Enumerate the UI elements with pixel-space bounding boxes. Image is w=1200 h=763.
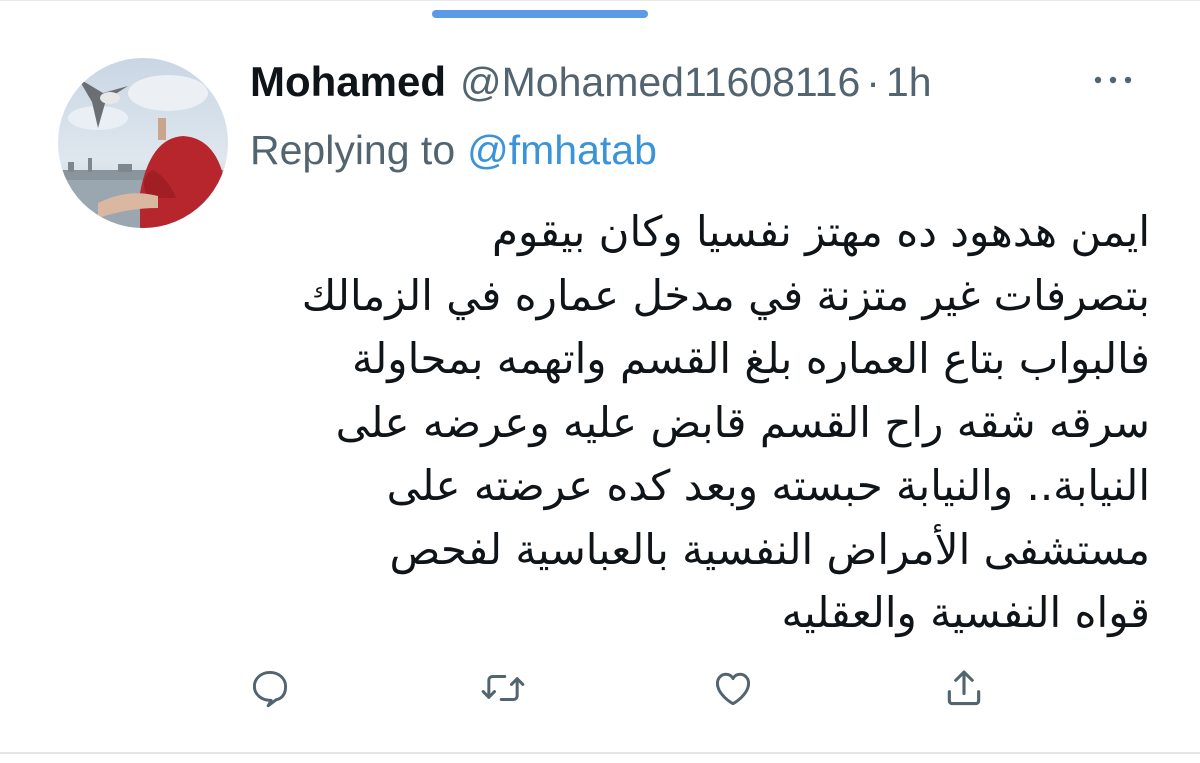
sheet-drag-handle[interactable] (432, 10, 648, 18)
comment-icon (252, 670, 288, 708)
retweet-icon (481, 674, 525, 702)
avatar-photo (58, 58, 228, 228)
header-separator: · (866, 58, 880, 105)
author-display-name[interactable]: Mohamed (250, 58, 446, 106)
heart-icon (715, 672, 751, 706)
replying-to-handle-link[interactable]: @fmhatab (467, 127, 657, 174)
tweet-text-line: ايمن هدهود ده مهتز نفسيا وكان بيقوم (492, 207, 1150, 256)
like-button[interactable] (703, 660, 763, 716)
tweet-text-line: بتصرفات غير متزنة في مدخل عماره في الزما… (301, 270, 1150, 320)
replying-to-line: Replying to @fmhatab (250, 122, 657, 178)
tweet-text: ايمن هدهود ده مهتز نفسيا وكان بيقوم بتصر… (240, 200, 1150, 645)
reply-button[interactable] (240, 660, 300, 716)
bottom-divider (0, 752, 1200, 754)
replying-to-label: Replying to (250, 126, 456, 173)
tweet-text-line: مستشفى الأمراض النفسية بالعباسية لفحص (389, 524, 1150, 574)
tweet-action-bar (240, 660, 1000, 716)
tweet-timestamp[interactable]: 1h (886, 59, 932, 106)
tweet-text-line: فالبواب بتاع العماره بلغ القسم واتهمه بم… (351, 334, 1150, 383)
top-divider (0, 0, 1200, 1)
avatar[interactable] (58, 58, 228, 228)
share-button[interactable] (934, 660, 994, 716)
tweet-text-line: قواه النفسية والعقليه (781, 588, 1150, 637)
tweet-text-line: النيابة.. والنيابة حبسته وبعد كده عرضته … (386, 461, 1150, 510)
tweet-header: Mohamed @Mohamed11608116 · 1h (250, 52, 932, 112)
tweet-text-line: سرقه شقه راح القسم قابض عليه وعرضه على (335, 397, 1150, 447)
retweet-button[interactable] (473, 660, 533, 716)
share-icon (947, 670, 981, 706)
more-options-icon[interactable] (1090, 70, 1136, 90)
author-handle[interactable]: @Mohamed11608116 (460, 59, 860, 106)
